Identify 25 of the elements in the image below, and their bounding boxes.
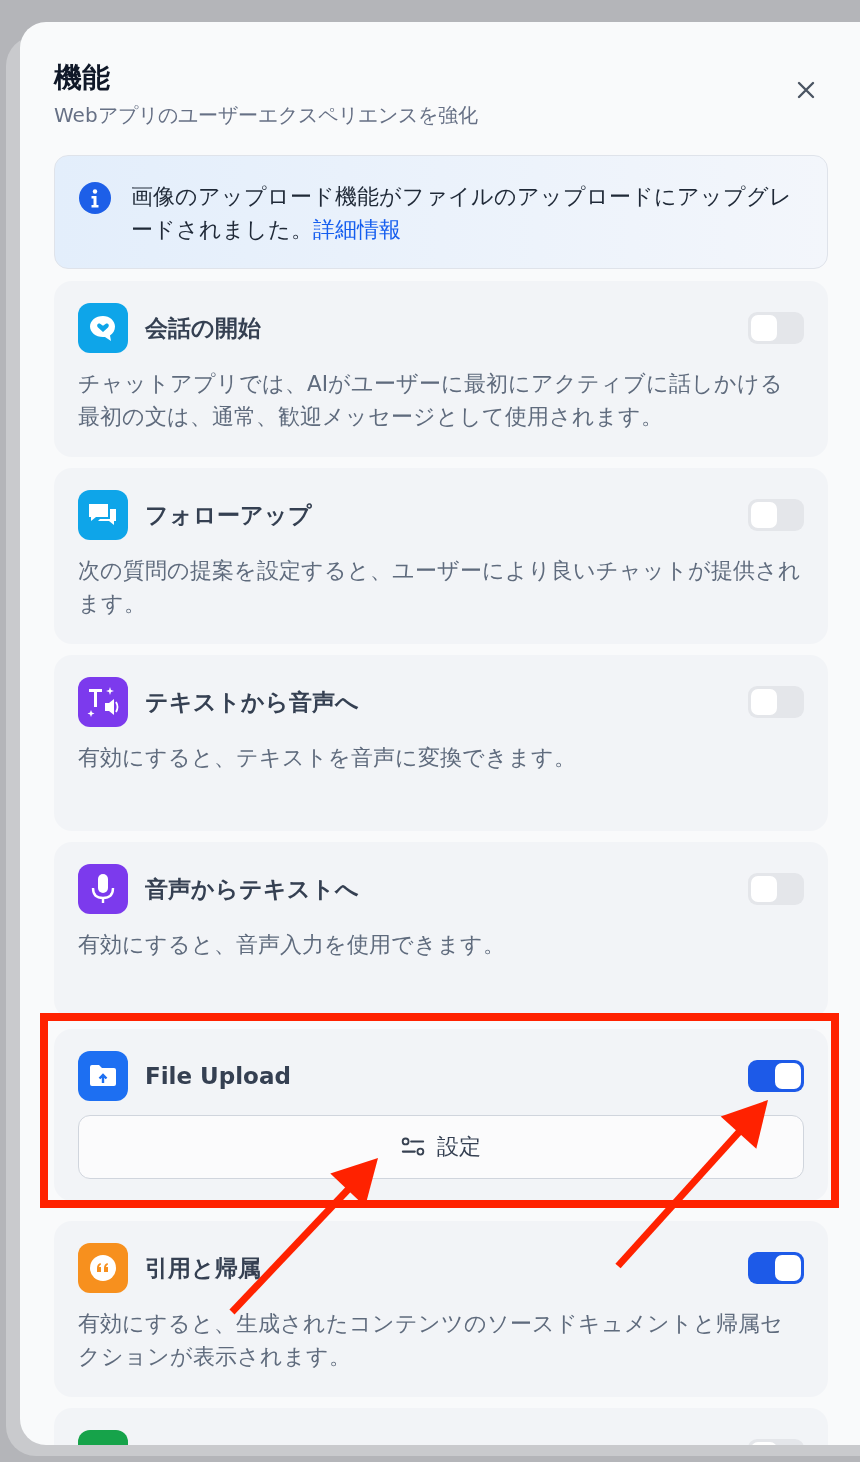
toggle-switch[interactable] <box>748 1252 804 1284</box>
feature-description: 有効にすると、生成されたコンテンツのソースドキュメントと帰属セクションが表示されます。 <box>78 1310 784 1371</box>
info-icon <box>79 182 111 214</box>
feature-title: テキストから音声へ <box>145 687 359 717</box>
learn-more-link[interactable]: 詳細情報 <box>313 217 401 242</box>
dialog-subtitle: Webアプリのユーザーエクスペリエンスを強化 <box>54 102 478 129</box>
settings-button[interactable]: 設定 <box>78 1115 804 1179</box>
feature-description: 有効にすると、テキストを音声に変換できます。 <box>78 744 577 772</box>
toggle-switch[interactable] <box>748 686 804 718</box>
feature-description: チャットアプリでは、AIがユーザーに最初にアクティブに話しかける最初の文は、通常、歓迎メッセージとして使用されます。 <box>78 370 785 431</box>
feature-title: 会話の開始 <box>145 313 261 343</box>
toggle-switch[interactable] <box>748 873 804 905</box>
feature-title: フォローアップ <box>145 500 312 530</box>
sliders-icon <box>401 1136 425 1158</box>
close-icon[interactable] <box>796 80 816 100</box>
feature-title: File Upload <box>145 1063 291 1089</box>
notice-text: 画像のアップロード機能がファイルのアップロードにアップグレードされました。詳細情報 <box>131 183 793 244</box>
feature-description: 次の質問の提案を設定すると、ユーザーにより良いチャットが提供されます。 <box>78 557 802 618</box>
feature-title: 引用と帰属 <box>145 1253 261 1283</box>
feature-title: 音声からテキストへ <box>145 874 359 904</box>
dialog-title: 機能 <box>54 60 111 96</box>
toggle-switch[interactable] <box>748 312 804 344</box>
toggle-switch[interactable] <box>748 499 804 531</box>
feature-description: 有効にすると、音声入力を使用できます。 <box>78 931 506 959</box>
toggle-switch[interactable] <box>748 1060 804 1092</box>
